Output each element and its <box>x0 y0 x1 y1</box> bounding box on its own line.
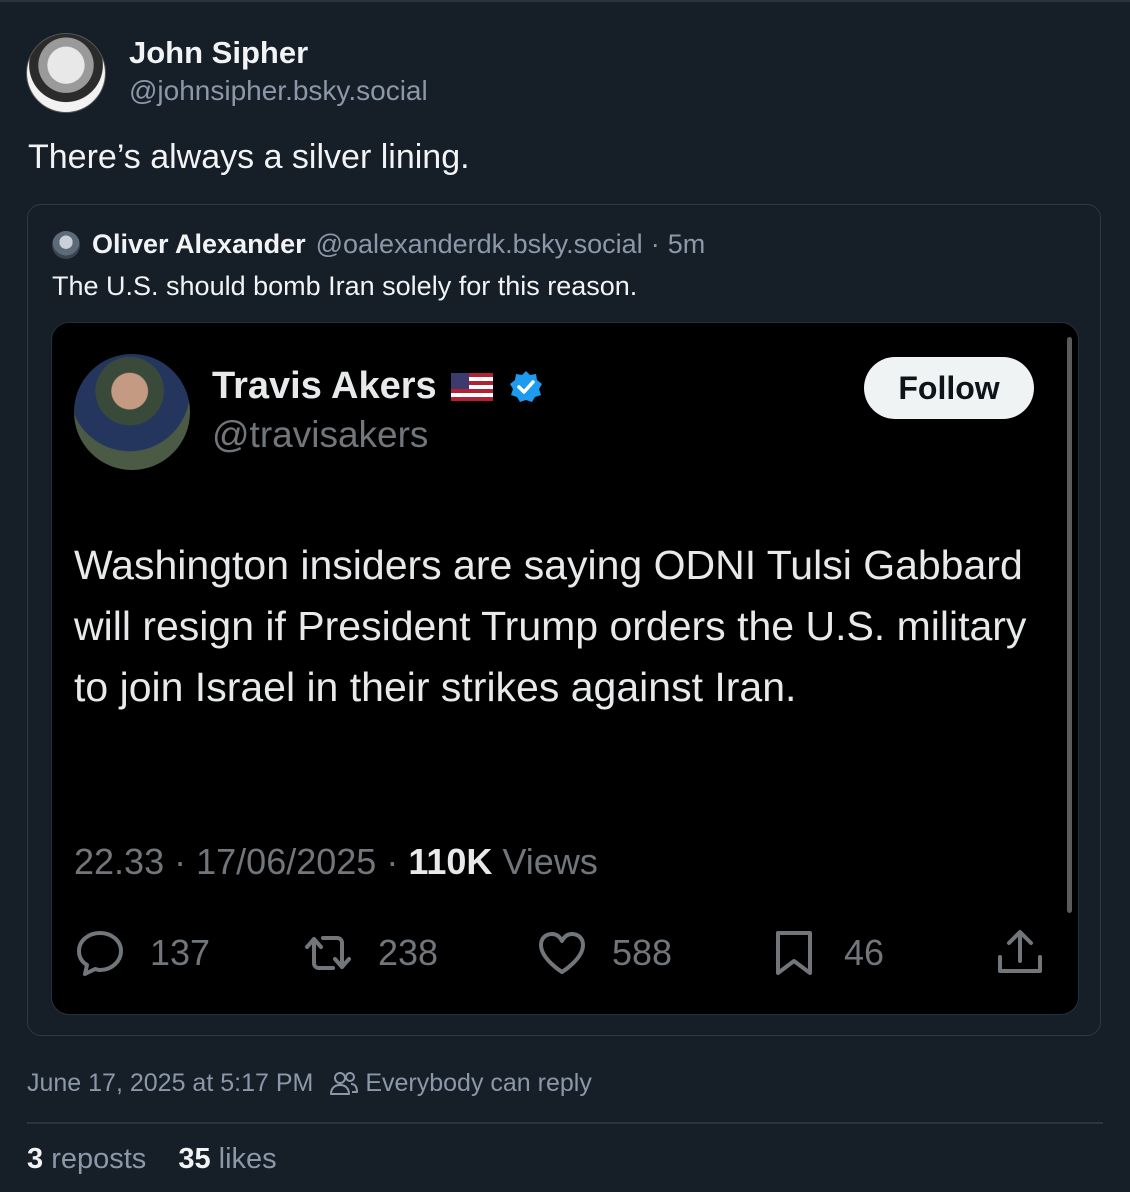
reposts-count: 3 <box>27 1143 44 1175</box>
tweet-meta-sep: · <box>386 841 399 882</box>
follow-button: Follow <box>864 357 1034 419</box>
quote-time: 5m <box>667 229 706 259</box>
tweet-like-stat: 588 <box>536 927 672 979</box>
post-author[interactable]: John Sipher @johnsipher.bsky.social <box>26 33 428 113</box>
tweet-share-stat <box>994 927 1046 979</box>
tweet-actions: 137 238 588 46 <box>74 927 1049 987</box>
tweet-body: Washington insiders are saying ODNI Tuls… <box>74 542 1027 710</box>
quote-avatar[interactable] <box>52 230 80 259</box>
author-handle[interactable]: @johnsipher.bsky.social <box>129 74 428 108</box>
tweet-meta: 22.33 · 17/06/2025 · 110K Views <box>74 841 598 883</box>
likes-count: 35 <box>178 1143 211 1175</box>
retweet-icon <box>305 936 351 970</box>
tweet-avatar <box>74 354 190 470</box>
tweet-author-handle: @travisakers <box>212 414 429 455</box>
author-names: John Sipher @johnsipher.bsky.social <box>129 35 428 108</box>
like-count: 588 <box>612 932 673 973</box>
tweet-author-name: Travis Akers <box>212 365 437 407</box>
likes-stat[interactable]: 35 likes <box>178 1143 276 1176</box>
tweet-author: Travis Akers @travisakers <box>212 365 543 456</box>
bookmark-count: 46 <box>844 932 885 973</box>
reply-setting[interactable]: Everybody can reply <box>365 1069 592 1098</box>
bookmark-icon <box>776 931 812 975</box>
tweet-views-count: 110K <box>408 841 493 882</box>
embedded-tweet-image[interactable]: Travis Akers @travisakers Follow Washing… <box>51 322 1079 1015</box>
likes-label: likes <box>218 1143 277 1175</box>
post-text: There’s always a silver lining. <box>28 138 470 176</box>
reposts-label: reposts <box>51 1143 147 1175</box>
scrollbar <box>1067 337 1072 913</box>
retweet-count: 238 <box>378 932 439 973</box>
tweet-meta-sep: · <box>174 841 187 882</box>
quote-author-handle[interactable]: @oalexanderdk.bsky.social <box>316 229 643 260</box>
quote-post[interactable]: Oliver Alexander @oalexanderdk.bsky.soci… <box>27 204 1101 1036</box>
share-icon <box>998 930 1042 973</box>
quote-author-name[interactable]: Oliver Alexander <box>92 229 306 260</box>
post-timestamp[interactable]: June 17, 2025 at 5:17 PM <box>27 1069 313 1098</box>
heart-icon <box>539 932 585 974</box>
author-name[interactable]: John Sipher <box>129 35 428 71</box>
quote-text: The U.S. should bomb Iran solely for thi… <box>52 271 638 301</box>
reply-icon <box>77 931 123 976</box>
tweet-time: 22.33 <box>74 841 165 882</box>
tweet-views-label: Views <box>502 841 598 882</box>
tweet-date: 17/06/2025 <box>196 841 377 882</box>
post-meta: June 17, 2025 at 5:17 PM Everybody can r… <box>27 1068 592 1098</box>
tweet-name-row: Travis Akers <box>212 365 543 408</box>
top-divider <box>0 0 1130 2</box>
us-flag-icon <box>450 372 493 401</box>
divider <box>27 1122 1103 1124</box>
tweet-retweet-stat: 238 <box>302 927 438 979</box>
post-stats: 3 reposts 35 likes <box>27 1143 309 1176</box>
tweet-reply-stat: 137 <box>74 927 210 979</box>
tweet-bookmark-stat: 46 <box>768 927 884 979</box>
reply-count: 137 <box>150 932 211 973</box>
avatar[interactable] <box>26 33 106 113</box>
quote-separator: · <box>650 229 660 259</box>
quote-header: Oliver Alexander @oalexanderdk.bsky.soci… <box>52 229 705 260</box>
verified-badge-icon <box>509 370 542 402</box>
people-icon <box>330 1072 359 1095</box>
reposts-stat[interactable]: 3 reposts <box>27 1143 146 1176</box>
